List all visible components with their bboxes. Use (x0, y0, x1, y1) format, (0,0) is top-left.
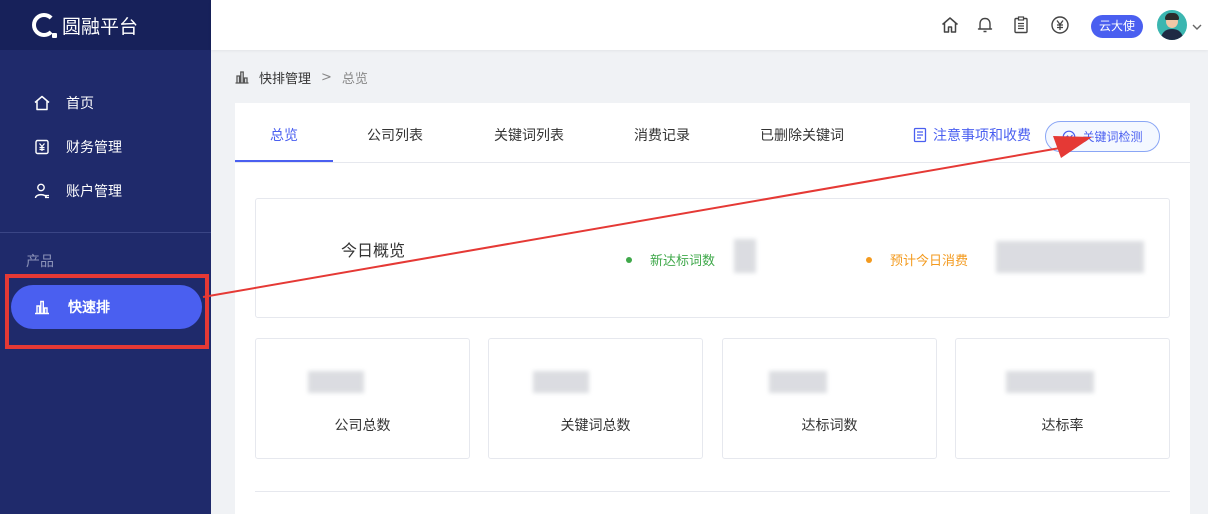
sidebar-item-account[interactable]: 账户管理 (0, 169, 211, 213)
tab-company-list[interactable]: 公司列表 (367, 125, 423, 145)
stat-label: 公司总数 (334, 418, 391, 434)
breadcrumb: 快排管理 > 总览 (234, 66, 368, 88)
overview-title: 今日概览 (341, 241, 406, 260)
brand-name: 圆融平台 (62, 15, 139, 38)
breadcrumb-current: 总览 (341, 71, 368, 87)
yen-icon[interactable] (1049, 14, 1071, 36)
stat-card-company-total: 公司总数 (255, 338, 470, 459)
tab-keyword-list[interactable]: 关键词列表 (494, 125, 564, 145)
finance-icon (33, 138, 51, 156)
notice-and-fees-link[interactable]: 注意事项和收费 (913, 125, 1031, 145)
brand-logo-icon (32, 13, 57, 38)
bell-icon[interactable] (974, 14, 996, 36)
breadcrumb-separator: > (321, 69, 332, 85)
tab-deleted-keywords[interactable]: 已删除关键词 (760, 125, 844, 145)
breadcrumb-parent[interactable]: 快排管理 (259, 68, 311, 87)
green-dot-icon (626, 256, 632, 263)
document-icon (913, 127, 927, 143)
new-qualified-words-label: 新达标词数 (650, 254, 716, 269)
sidebar-item-label: 财务管理 (66, 140, 122, 156)
new-qualified-words-stat: 新达标词数 (626, 250, 715, 269)
top-header: 云大使 (211, 0, 1208, 50)
estimated-today-cost-stat: 预计今日消费 (866, 250, 968, 269)
user-icon (33, 182, 51, 200)
blurred-value (1006, 371, 1094, 393)
sidebar-item-finance[interactable]: 财务管理 (0, 125, 211, 169)
bar-chart-icon (234, 69, 250, 85)
keyword-detect-button[interactable]: 关键词检测 (1045, 121, 1160, 152)
home-icon[interactable] (939, 14, 961, 36)
bar-chart-icon (33, 298, 51, 316)
avatar[interactable] (1157, 10, 1187, 40)
orange-dot-icon (866, 256, 872, 263)
main-card: 总览 公司列表 关键词列表 消费记录 已删除关键词 注意事项和收费 关键词检测 … (235, 103, 1190, 514)
today-overview-panel: 今日概览 新达标词数 预计今日消费 (255, 198, 1170, 318)
blurred-value (308, 371, 364, 393)
stat-card-keyword-total: 关键词总数 (488, 338, 703, 459)
avatar-hair (1165, 13, 1179, 20)
sidebar-item-quick-rank[interactable]: 快速排 (11, 285, 202, 329)
stat-card-qualified-rate: 达标率 (955, 338, 1170, 459)
stat-label: 达标词数 (801, 418, 858, 434)
estimated-today-cost-label: 预计今日消费 (890, 254, 969, 269)
brand[interactable]: 圆融平台 (0, 0, 211, 50)
sidebar-divider (0, 232, 211, 233)
tab-overview[interactable]: 总览 (270, 125, 298, 145)
tab-bar: 总览 公司列表 关键词列表 消费记录 已删除关键词 注意事项和收费 关键词检测 (235, 103, 1190, 163)
avatar-body (1161, 29, 1183, 40)
user-badge[interactable]: 云大使 (1091, 15, 1144, 38)
keyword-detect-label: 关键词检测 (1082, 130, 1143, 144)
sidebar-section-title: 产品 (26, 254, 54, 270)
stat-card-qualified-words: 达标词数 (722, 338, 937, 459)
sidebar-nav: 首页 财务管理 账户管理 产品 (0, 50, 211, 271)
blurred-value (996, 241, 1144, 273)
blurred-value (533, 371, 589, 393)
stat-label: 关键词总数 (560, 418, 631, 434)
tab-active-indicator (235, 160, 333, 162)
sidebar-item-label: 首页 (66, 96, 94, 112)
blurred-value (769, 371, 827, 393)
stat-label: 达标率 (1041, 418, 1084, 434)
tab-consumption-records[interactable]: 消费记录 (634, 125, 690, 145)
notice-link-label: 注意事项和收费 (933, 128, 1031, 144)
sidebar-item-label: 账户管理 (66, 184, 122, 200)
sidebar-item-home[interactable]: 首页 (0, 81, 211, 125)
home-icon (33, 94, 51, 112)
divider (255, 491, 1170, 492)
blurred-value (734, 239, 756, 273)
sidebar-item-label: 快速排 (68, 300, 110, 316)
detect-icon (1062, 130, 1076, 144)
clipboard-icon[interactable] (1010, 14, 1032, 36)
chevron-down-icon[interactable] (1191, 18, 1203, 30)
sidebar: 圆融平台 首页 财务管理 账户管理 产品 (0, 0, 211, 514)
